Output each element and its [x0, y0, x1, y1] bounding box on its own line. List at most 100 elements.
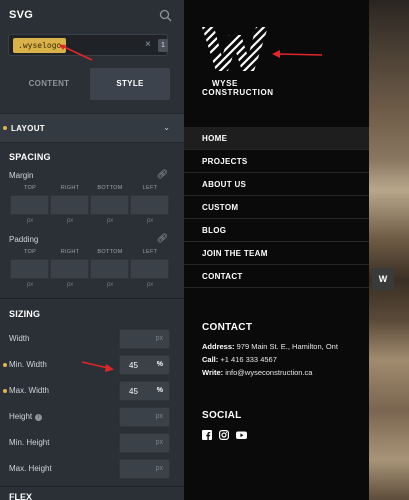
info-icon[interactable]: i — [35, 414, 43, 421]
layout-active-dot — [3, 126, 7, 130]
padding-unit-label: px — [66, 282, 74, 288]
min-height-unit[interactable]: px — [156, 439, 163, 446]
margin-left-input[interactable] — [130, 195, 169, 215]
height-unit[interactable]: px — [156, 413, 163, 420]
padding-right-label: RIGHT — [60, 249, 80, 255]
nav-item-label: HOME — [202, 134, 228, 143]
annotation-arrow — [81, 361, 114, 372]
height-label: Height i — [9, 412, 43, 421]
margin-unit-label: px — [146, 218, 154, 224]
padding-top-input[interactable] — [10, 259, 49, 279]
nav-item-label: JOIN THE TEAM — [202, 249, 268, 258]
chevron-down-icon: ⌄ — [163, 123, 170, 132]
facebook-icon[interactable] — [202, 430, 212, 440]
padding-left-input[interactable] — [130, 259, 169, 279]
max-height-label: Max. Height — [9, 464, 52, 473]
padding-top-label: TOP — [23, 249, 37, 255]
height-input[interactable]: px — [119, 407, 170, 427]
tab-content[interactable]: CONTENT — [9, 68, 89, 100]
min-width-active-dot — [3, 363, 7, 367]
margin-unit-label: px — [106, 218, 114, 224]
padding-left-label: LEFT — [142, 249, 158, 255]
margin-top-label: TOP — [23, 185, 37, 191]
close-icon[interactable]: × — [145, 39, 151, 51]
selector-count-badge[interactable]: 1 — [158, 39, 168, 52]
max-width-unit[interactable]: % — [157, 387, 163, 394]
contact-heading: CONTACT — [202, 322, 253, 333]
min-width-input[interactable]: 45% — [119, 355, 170, 375]
divider — [0, 298, 184, 299]
width-unit[interactable]: px — [156, 335, 163, 342]
nav-item-contact[interactable]: CONTACT — [184, 265, 369, 288]
max-width-label: Max. Width — [9, 386, 49, 395]
wyse-logo[interactable] — [202, 27, 268, 71]
max-width-value: 45 — [129, 387, 138, 396]
max-width-input[interactable]: 45% — [119, 381, 170, 401]
nav-item-label: ABOUT US — [202, 180, 247, 189]
max-width-active-dot — [3, 389, 7, 393]
layout-label: LAYOUT — [11, 124, 45, 133]
tab-style[interactable]: STYLE — [90, 68, 170, 100]
divider — [0, 486, 184, 487]
spacing-heading: SPACING — [9, 152, 51, 162]
padding-bottom-input[interactable] — [90, 259, 129, 279]
flex-heading: FLEX — [9, 492, 33, 500]
search-icon[interactable] — [159, 9, 172, 22]
logo-text-line1: WYSE — [212, 79, 238, 88]
write-line: Write: info@wyseconstruction.ca — [202, 368, 312, 377]
margin-unit-label: px — [66, 218, 74, 224]
layout-section-toggle[interactable]: LAYOUT ⌄ — [0, 113, 184, 143]
nav-item-label: CONTACT — [202, 272, 243, 281]
nav-item-custom[interactable]: CUSTOM — [184, 196, 369, 219]
margin-top-input[interactable] — [10, 195, 49, 215]
address-line: Address: 979 Main St. E., Hamilton, Ont — [202, 342, 338, 351]
nav-item-join-the-team[interactable]: JOIN THE TEAM — [184, 242, 369, 265]
width-label-text: Width — [9, 334, 30, 343]
min-width-value: 45 — [129, 361, 138, 370]
margin-right-label: RIGHT — [60, 185, 80, 191]
link-icon[interactable]: 🔗︎ — [157, 233, 168, 244]
min-height-label-text: Min. Height — [9, 438, 50, 447]
call-label: Call: — [202, 355, 219, 364]
padding-label: Padding — [9, 235, 39, 244]
min-width-label: Min. Width — [9, 360, 47, 369]
panel-title: SVG — [9, 9, 34, 21]
nav-item-blog[interactable]: BLOG — [184, 219, 369, 242]
instagram-icon[interactable] — [219, 430, 229, 440]
nav-item-home[interactable]: HOME — [184, 127, 369, 150]
annotation-arrow — [59, 44, 93, 61]
width-input[interactable]: px — [119, 329, 170, 349]
padding-unit-label: px — [146, 282, 154, 288]
write-value[interactable]: info@wyseconstruction.ca — [225, 368, 312, 377]
margin-unit-label: px — [26, 218, 34, 224]
padding-right-input[interactable] — [50, 259, 89, 279]
call-value[interactable]: +1 416 333 4567 — [220, 355, 277, 364]
margin-bottom-label: BOTTOM — [97, 185, 123, 191]
logo-text-line2: CONSTRUCTION — [202, 88, 274, 97]
min-height-input[interactable]: px — [119, 433, 170, 453]
hero-photo — [369, 0, 409, 500]
annotation-arrow — [272, 50, 323, 58]
link-icon[interactable]: 🔗︎ — [157, 169, 168, 180]
address-value: 979 Main St. E., Hamilton, Ont — [236, 342, 338, 351]
max-height-input[interactable]: px — [119, 459, 170, 479]
margin-label: Margin — [9, 171, 34, 180]
margin-bottom-input[interactable] — [90, 195, 129, 215]
sizing-heading: SIZING — [9, 309, 41, 319]
margin-right-input[interactable] — [50, 195, 89, 215]
nav-item-about-us[interactable]: ABOUT US — [184, 173, 369, 196]
logo-wordmark: WYSE CONSTRUCTION — [202, 79, 274, 97]
site-preview: WYSE CONSTRUCTION HOME PROJECTS ABOUT US CU… — [184, 0, 369, 500]
width-label: Width — [9, 334, 29, 343]
min-width-unit[interactable]: % — [157, 361, 163, 368]
youtube-icon[interactable] — [236, 430, 247, 440]
address-label: Address: — [202, 342, 235, 351]
margin-left-label: LEFT — [142, 185, 158, 191]
write-label: Write: — [202, 368, 224, 377]
padding-unit-label: px — [106, 282, 114, 288]
call-line: Call: +1 416 333 4567 — [202, 355, 277, 364]
max-width-label-text: Max. Width — [9, 386, 50, 395]
max-height-unit[interactable]: px — [156, 465, 163, 472]
height-label-text: Height — [9, 412, 33, 421]
nav-item-projects[interactable]: PROJECTS — [184, 150, 369, 173]
